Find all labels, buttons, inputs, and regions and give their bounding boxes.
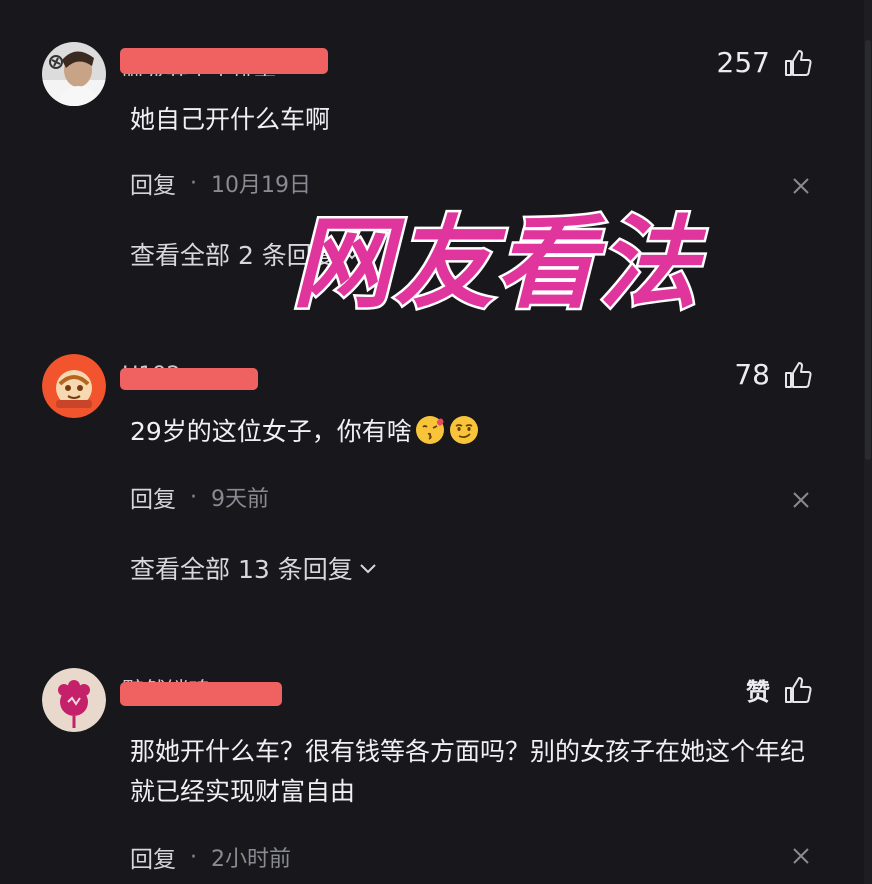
thumbs-up-icon[interactable]: [782, 674, 814, 706]
kissing-face-emoji: [415, 416, 444, 444]
scrollbar-thumb[interactable]: [865, 40, 871, 460]
view-replies-button[interactable]: 查看全部 13 条回复: [130, 550, 377, 586]
like-count: 257: [716, 46, 770, 79]
avatar[interactable]: [42, 668, 106, 732]
comment-text: 她自己开什么车啊: [130, 105, 331, 134]
avatar[interactable]: [42, 354, 106, 418]
reply-button[interactable]: 回复: [130, 166, 176, 200]
scrollbar[interactable]: [864, 0, 872, 884]
username-redaction: [120, 48, 328, 74]
reply-button[interactable]: 回复: [130, 840, 176, 874]
comment-meta: 回复 · 2小时前: [130, 840, 291, 874]
close-icon[interactable]: [792, 177, 810, 195]
timestamp: 9天前: [211, 487, 269, 512]
like-count: 78: [734, 358, 770, 391]
comment-text: 那她开什么车？很有钱等各方面吗？别的女孩子在她这个年纪就已经实现财富自由: [130, 737, 806, 806]
like-group[interactable]: 257: [717, 46, 814, 79]
thumbs-up-icon[interactable]: [782, 47, 814, 79]
timestamp: 10月19日: [211, 173, 311, 198]
thumbs-up-icon[interactable]: [782, 359, 814, 391]
comment-item: H192 78 29岁的这位女子，你有啥 回复 · 9天前 查看全部 13: [0, 300, 872, 620]
like-group[interactable]: 78: [734, 358, 814, 391]
view-replies-label: 查看全部 13 条回复: [130, 555, 353, 584]
chevron-down-icon: [360, 564, 376, 574]
close-icon[interactable]: [792, 847, 810, 865]
timestamp: 2小时前: [211, 847, 291, 872]
username-redaction: [120, 368, 258, 390]
avatar[interactable]: [42, 42, 106, 106]
overlay-title: 网友看法: [256, 203, 736, 325]
username-redaction: [120, 682, 282, 706]
comment-text: 29岁的这位女子，你有啥: [130, 412, 820, 452]
smirking-face-emoji: [449, 416, 478, 444]
separator-dot: ·: [190, 484, 197, 510]
close-icon[interactable]: [792, 491, 810, 509]
separator-dot: ·: [190, 170, 197, 196]
comment-meta: 回复 · 9天前: [130, 480, 269, 514]
comment-meta: 回复 · 10月19日: [130, 166, 311, 200]
comment-item: 黯然销魂 赞 那她开什么车？很有钱等各方面吗？别的女孩子在她这个年纪就已经实现财…: [0, 620, 872, 884]
comment-text-content: 29岁的这位女子，你有啥: [130, 417, 412, 446]
reply-button[interactable]: 回复: [130, 480, 176, 514]
overlay-title-text: 网友看法: [292, 206, 707, 318]
separator-dot: ·: [190, 844, 197, 870]
like-group[interactable]: 赞: [746, 672, 814, 707]
like-label: 赞: [746, 678, 770, 706]
